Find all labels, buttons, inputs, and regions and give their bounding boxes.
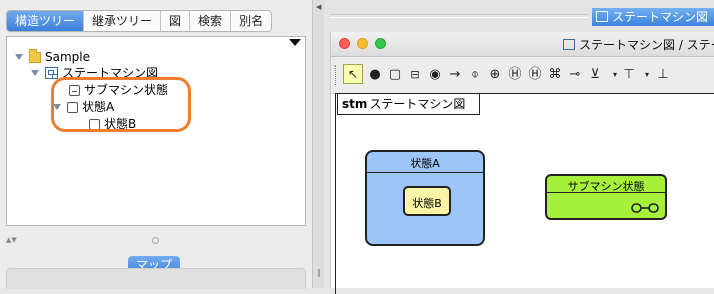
submachine-state-icon[interactable]: ⊟	[407, 67, 423, 83]
diagram-toolbar: ↖ ● ▢ ⊟ ◉ → ⌽ ⊕ Ⓗ Ⓗ ⌘ ⊸ ⊻ ▾ ⊤ ▾ ⊥	[331, 57, 714, 94]
diagram-tab[interactable]: ステートマシン図	[592, 8, 714, 26]
state-b[interactable]: 状態B	[403, 186, 451, 216]
state-a[interactable]: 状態A 状態B	[365, 150, 485, 246]
zoom-button[interactable]	[375, 38, 386, 49]
tree-item-label: Sample	[45, 50, 90, 64]
grip-dot-icon	[152, 237, 159, 244]
more-icon[interactable]: ⊥	[655, 67, 671, 83]
structure-panel: 構造ツリー 継承ツリー 図 検索 別名 Sample ステートマシン図 サブマシ…	[0, 0, 312, 289]
tab-alias[interactable]: 別名	[231, 11, 271, 31]
tab-search[interactable]: 検索	[190, 11, 232, 31]
terminate-icon[interactable]: ⊤	[621, 67, 637, 83]
collapse-arrows-icon[interactable]: ▲▼	[6, 236, 17, 244]
fork-icon[interactable]: ⌘	[547, 67, 563, 83]
initial-state-icon[interactable]: ●	[367, 67, 383, 83]
submachine-state[interactable]: サブマシン状態	[545, 174, 667, 220]
tree-tabs: 構造ツリー 継承ツリー 図 検索 別名	[6, 10, 273, 32]
expand-triangle-icon[interactable]	[15, 54, 23, 60]
statemachine-diagram-icon	[596, 11, 608, 22]
select-arrow-icon[interactable]: ↖	[343, 64, 363, 84]
state-divider	[367, 172, 483, 173]
splitter-grip-icon: ‖	[317, 268, 321, 277]
tab-diagrams[interactable]: 図	[161, 11, 191, 31]
exit-point-icon[interactable]: ⊻	[587, 67, 603, 83]
transition-icon[interactable]: →	[447, 67, 463, 83]
package-icon	[29, 48, 41, 63]
statemachine-diagram-icon	[45, 67, 58, 79]
panel-divider-handle[interactable]: ▲▼	[0, 236, 312, 246]
submachine-link-icon	[631, 203, 659, 213]
expand-triangle-icon[interactable]	[31, 70, 39, 76]
frame-corner	[331, 94, 481, 116]
state-divider	[547, 192, 665, 193]
tree-item-sample[interactable]: Sample	[15, 48, 90, 65]
toolbar-grip	[335, 65, 338, 85]
dropdown-arrow-icon[interactable]: ▾	[639, 67, 655, 83]
deep-history-icon[interactable]: Ⓗ	[527, 67, 543, 83]
close-button[interactable]	[339, 38, 350, 49]
shallow-history-icon[interactable]: Ⓗ	[507, 67, 523, 83]
tab-strip-line	[330, 14, 588, 18]
junction-icon[interactable]: ⊕	[487, 67, 503, 83]
choice-icon[interactable]: ⌽	[467, 67, 483, 83]
window-titlebar: ステートマシン図 / ステー	[331, 32, 714, 57]
window-title: ステートマシン図 / ステー	[563, 36, 714, 53]
state-name: 状態A	[410, 157, 440, 170]
map-view-area	[6, 268, 306, 289]
tab-inheritance-tree[interactable]: 継承ツリー	[84, 11, 162, 31]
diagram-window: ステートマシン図 / ステー ↖ ● ▢ ⊟ ◉ → ⌽ ⊕ Ⓗ Ⓗ ⌘ ⊸ ⊻…	[330, 32, 714, 294]
state-name: 状態B	[412, 197, 442, 210]
diagram-canvas[interactable]: stm ステートマシン図 状態A 状態B サブマシン状態	[331, 93, 714, 294]
minimize-button[interactable]	[357, 38, 368, 49]
final-state-icon[interactable]: ◉	[427, 67, 443, 83]
tab-structure-tree[interactable]: 構造ツリー	[7, 11, 85, 31]
splitter-arrow-icon[interactable]: ◀	[316, 3, 321, 11]
tree-menu-chevron-icon[interactable]	[289, 39, 301, 46]
entry-point-icon[interactable]: ⊸	[567, 67, 583, 83]
highlight-annotation	[51, 77, 191, 132]
state-icon[interactable]: ▢	[387, 67, 403, 83]
diagram-tab-label: ステートマシン図	[612, 10, 709, 24]
statemachine-diagram-icon	[563, 39, 575, 50]
window-title-text: ステートマシン図 / ステー	[579, 38, 714, 52]
